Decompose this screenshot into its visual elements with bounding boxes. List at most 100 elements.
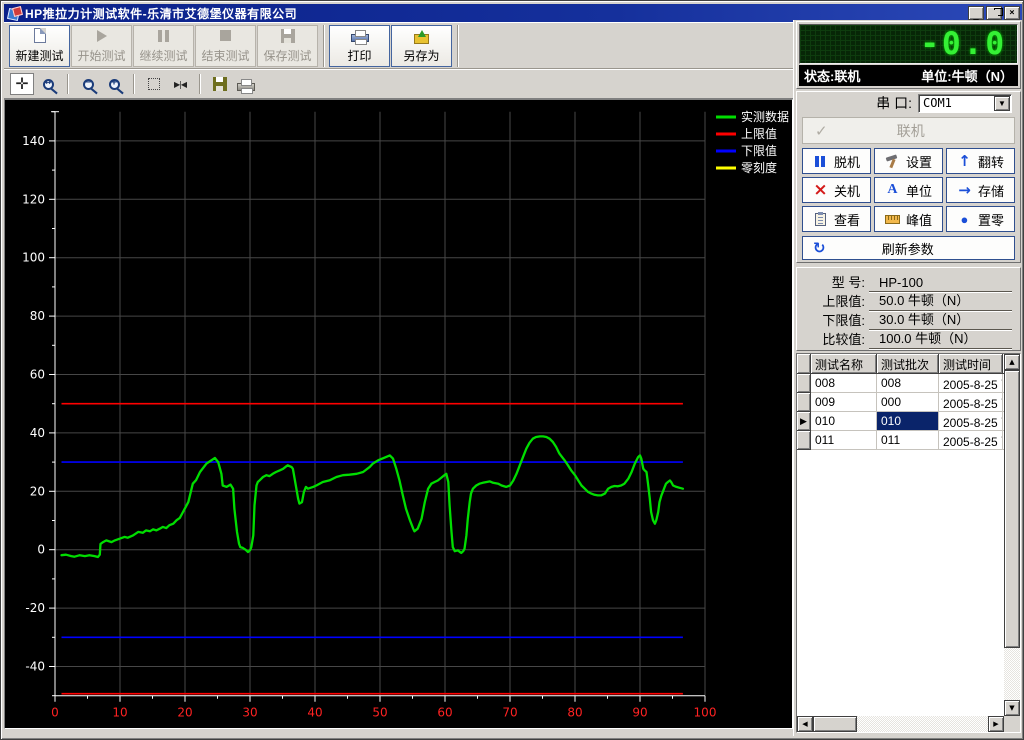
play-icon (96, 29, 113, 42)
table-cell[interactable]: 008 (811, 374, 877, 393)
table-cell[interactable]: 000 (877, 393, 939, 412)
table-cell[interactable]: 010 (877, 412, 939, 431)
table-row[interactable]: 0090002005-8-25 下 (797, 393, 1004, 412)
scroll-left-icon[interactable]: ◀ (797, 716, 813, 732)
minimize-button[interactable]: _ (968, 6, 984, 21)
arrow-up-icon: ↑ (958, 152, 971, 170)
power-off-button[interactable]: × 关机 (802, 177, 871, 203)
zoom-window-button[interactable]: ↔ (36, 73, 60, 95)
app-window: HP推拉力计测试软件-乐清市艾德堡仪器有限公司 _ × 新建测试 开始测试 继续测试… (0, 0, 1024, 740)
row-selector-cell[interactable] (797, 431, 811, 450)
table-cell[interactable]: 010 (811, 412, 877, 431)
pan-button[interactable]: ✛ (10, 73, 34, 95)
printer-icon (237, 78, 255, 94)
table-cell[interactable]: 009 (811, 393, 877, 412)
serial-port-select[interactable]: COM1 ▼ (918, 93, 1012, 113)
horizontal-scroll-thumb[interactable] (813, 716, 857, 732)
table-row[interactable]: ▶0100102005-8-25 下 (797, 412, 1004, 431)
table-cell[interactable]: 2005-8-25 下 (939, 393, 1003, 412)
row-selector-cell[interactable] (797, 374, 811, 393)
column-header[interactable]: 测试名称 (811, 354, 877, 374)
test-table: 测试名称测试批次测试时间0080082005-8-25 下0090002005-… (797, 354, 1004, 716)
param-label: 下限值: (822, 313, 865, 328)
close-button[interactable]: × (1004, 6, 1020, 20)
main-toolbar: 新建测试 开始测试 继续测试 结束测试 保存测试 打印 另存为 (4, 22, 793, 69)
zoom-window-icon: ↔ (42, 77, 54, 90)
param-label: 比较值: (822, 332, 865, 347)
table-cell[interactable]: 2005-8-25 下 (939, 374, 1003, 393)
scroll-down-icon[interactable]: ▼ (1004, 700, 1020, 716)
store-label: 存储 (977, 183, 1004, 199)
row-selector-cell[interactable]: ▶ (797, 412, 811, 431)
offline-button[interactable]: 脱机 (802, 148, 871, 174)
power-off-label: 关机 (833, 183, 860, 199)
zoom-in-button[interactable]: + (102, 73, 126, 95)
column-header[interactable]: 测试时间 (939, 354, 1003, 374)
save-as-icon (414, 27, 429, 44)
vertical-scrollbar[interactable]: ▲ ▼ (1004, 354, 1020, 716)
save-as-button[interactable]: 另存为 (391, 24, 452, 67)
view-label: 查看 (833, 212, 860, 228)
table-header-row: 测试名称 测试批次 测试时间 (797, 354, 1004, 374)
row-selector-cell[interactable] (797, 393, 811, 412)
hammer-icon (885, 154, 900, 168)
horizontal-scrollbar[interactable]: ◀ ▶ (797, 716, 1004, 732)
save-chart-button[interactable] (208, 73, 232, 95)
x-tick-label: 80 (567, 706, 582, 720)
restore-button[interactable] (986, 6, 1003, 20)
refresh-params-button[interactable]: ↻ 刷新参数 (802, 236, 1015, 260)
chart-area: 0 10 20 30 40 50 60 70 80 90 100 -40 -20 0 20 40 60 80 100… (4, 99, 793, 729)
print-chart-button[interactable] (234, 73, 258, 95)
scroll-up-icon[interactable]: ▲ (1004, 354, 1020, 370)
clipboard-icon (813, 211, 828, 226)
flip-button[interactable]: ↑ 翻转 (946, 148, 1015, 174)
continue-test-button: 继续测试 (133, 24, 194, 67)
toolbar-separator (199, 74, 201, 94)
settings-button[interactable]: 设置 (874, 148, 943, 174)
print-button[interactable]: 打印 (329, 24, 390, 67)
scroll-right-icon[interactable]: ▶ (988, 716, 1004, 732)
select-region-button[interactable] (142, 73, 166, 95)
table-cell[interactable]: 008 (877, 374, 939, 393)
zero-button[interactable]: ● 置零 (946, 206, 1015, 232)
app-icon (8, 7, 21, 20)
end-test-button: 结束测试 (195, 24, 256, 67)
view-button[interactable]: 查看 (802, 206, 871, 232)
refresh-icon: ↻ (813, 239, 826, 257)
scrollbar-corner (1004, 716, 1020, 732)
unit-button[interactable]: A 单位 (874, 177, 943, 203)
vertical-scroll-thumb[interactable] (1004, 370, 1020, 648)
x-tick-label: 40 (307, 706, 322, 720)
table-cell[interactable]: 2005-8-25 下 (939, 431, 1003, 450)
legend-label: 实测数据 (741, 109, 789, 124)
table-row[interactable]: 0110112005-8-25 下 (797, 431, 1004, 450)
peak-button[interactable]: 峰值 (874, 206, 943, 232)
x-tick-label: 60 (437, 706, 452, 720)
restore-icon (990, 8, 1003, 16)
parameter-group: 型 号: HP-100 上限值: 50.0 牛顿（N） 下限值: 30.0 牛顿（N） 比较… (796, 267, 1021, 351)
window-title: HP推拉力计测试软件-乐清市艾德堡仪器有限公司 (25, 6, 298, 21)
arrow-right-icon: → (958, 181, 971, 199)
table-cell[interactable]: 2005-8-25 下 (939, 412, 1003, 431)
y-tick-label: 0 (37, 543, 45, 557)
pause-icon (158, 27, 169, 44)
zero-label: 置零 (977, 212, 1004, 228)
unit-label: 单位:牛顿（N） (921, 69, 1013, 84)
table-corner-cell (797, 354, 811, 374)
column-header[interactable]: 测试批次 (877, 354, 939, 374)
chart-toolbar: ✛ ↔ − + ▶|◀ (4, 69, 793, 99)
check-icon: ✓ (815, 121, 828, 140)
toolbar-separator (67, 74, 69, 94)
fit-width-button[interactable]: ▶|◀ (168, 73, 192, 95)
zoom-out-button[interactable]: − (76, 73, 100, 95)
chevron-down-icon[interactable]: ▼ (994, 95, 1010, 111)
y-tick-label: 60 (30, 368, 45, 382)
table-cell[interactable]: 011 (811, 431, 877, 450)
table-row[interactable]: 0080082005-8-25 下 (797, 374, 1004, 393)
new-test-button[interactable]: 新建测试 (9, 24, 70, 67)
connect-button[interactable]: ✓ 联机 (802, 117, 1015, 144)
store-button[interactable]: → 存储 (946, 177, 1015, 203)
start-test-label: 开始测试 (77, 49, 126, 63)
stop-icon (220, 30, 231, 41)
table-cell[interactable]: 011 (877, 431, 939, 450)
